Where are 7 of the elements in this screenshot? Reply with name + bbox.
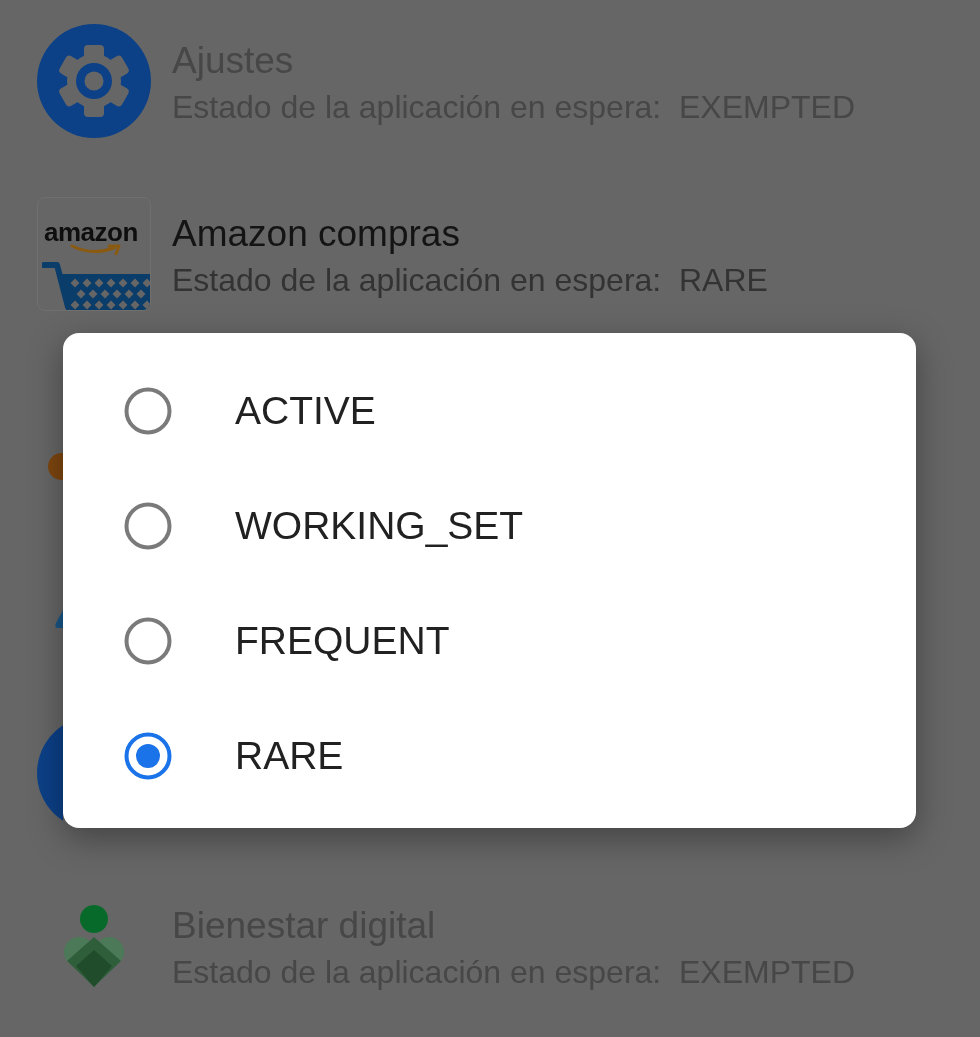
radio-option[interactable]: WORKING_SET — [63, 468, 916, 583]
smile-arrow-icon — [70, 243, 122, 255]
app-name: Amazon compras — [172, 211, 461, 256]
radio-option[interactable]: FREQUENT — [63, 583, 916, 698]
radio-option[interactable]: RARE — [63, 698, 916, 813]
logo-text: amazon — [44, 217, 138, 246]
radio-option[interactable]: ACTIVE — [63, 353, 916, 468]
